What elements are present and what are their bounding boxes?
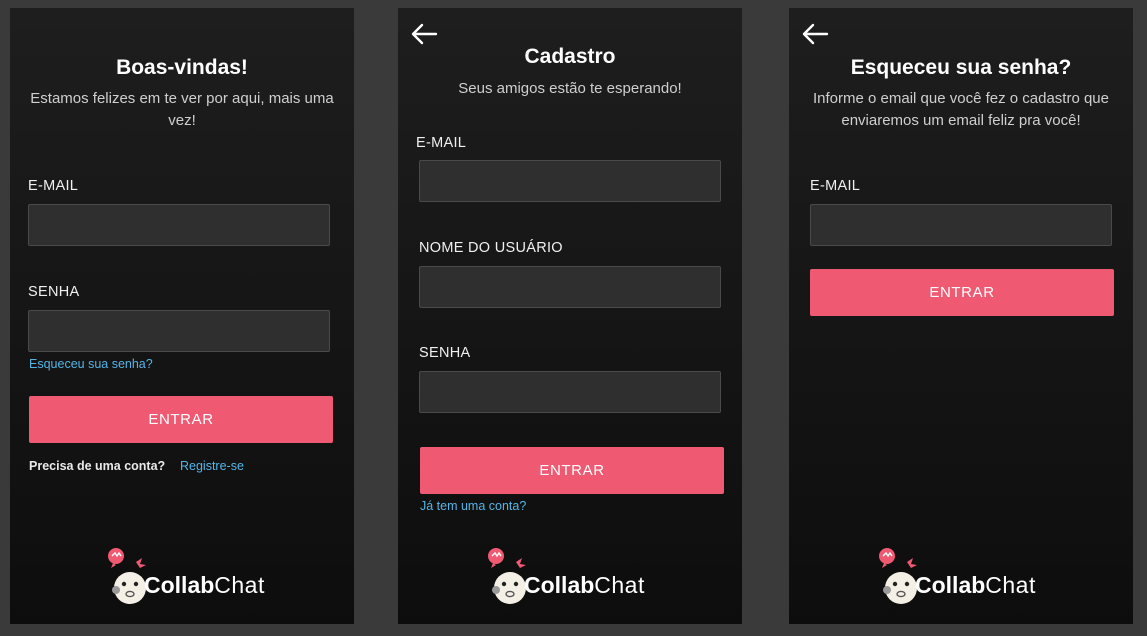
brand-name: CollabChat bbox=[915, 572, 1036, 598]
register-link[interactable]: Registre-se bbox=[180, 459, 244, 473]
register-subtitle: Seus amigos estão te esperando! bbox=[458, 80, 682, 97]
forgot-title: Esqueceu sua senha? bbox=[850, 56, 1072, 79]
collabchat-logo: CollabChat bbox=[877, 542, 1057, 606]
forgot-password-link[interactable]: Esqueceu sua senha? bbox=[29, 357, 153, 371]
register-screen: Cadastro Seus amigos estão te esperando!… bbox=[398, 8, 742, 624]
login-subtitle: Estamos felizes em te ver por aqui, mais… bbox=[30, 90, 334, 129]
brand-name: CollabChat bbox=[524, 572, 645, 598]
email-field[interactable] bbox=[28, 204, 330, 246]
collabchat-logo: CollabChat bbox=[486, 542, 666, 606]
forgot-subtitle: Informe o email que você fez o cadastro … bbox=[812, 90, 1109, 129]
username-field[interactable] bbox=[419, 266, 721, 308]
login-screen: Boas-vindas! Estamos felizes em te ver p… bbox=[10, 8, 354, 624]
email-label: E-MAIL bbox=[28, 178, 79, 194]
email-field[interactable] bbox=[810, 204, 1112, 246]
register-submit-button[interactable]: ENTRAR bbox=[420, 447, 724, 494]
password-label: SENHA bbox=[419, 345, 471, 361]
forgot-submit-button[interactable]: ENTRAR bbox=[810, 269, 1114, 316]
password-field[interactable] bbox=[28, 310, 330, 352]
email-label: E-MAIL bbox=[416, 135, 467, 151]
have-account-link[interactable]: Já tem uma conta? bbox=[420, 499, 526, 513]
forgot-password-screen: Esqueceu sua senha? Informe o email que … bbox=[789, 8, 1133, 624]
collabchat-logo: CollabChat bbox=[106, 542, 286, 606]
password-field[interactable] bbox=[419, 371, 721, 413]
login-title: Boas-vindas! bbox=[116, 56, 248, 79]
register-title: Cadastro bbox=[524, 45, 616, 68]
username-label: NOME DO USUÁRIO bbox=[419, 240, 563, 256]
email-field[interactable] bbox=[419, 160, 721, 202]
password-label: SENHA bbox=[28, 284, 80, 300]
arrow-left-icon[interactable] bbox=[410, 22, 438, 46]
arrow-left-icon[interactable] bbox=[801, 22, 829, 46]
login-submit-button[interactable]: ENTRAR bbox=[29, 396, 333, 443]
brand-name: CollabChat bbox=[144, 572, 265, 598]
need-account-text: Precisa de uma conta? bbox=[29, 459, 166, 473]
email-label: E-MAIL bbox=[810, 178, 861, 194]
